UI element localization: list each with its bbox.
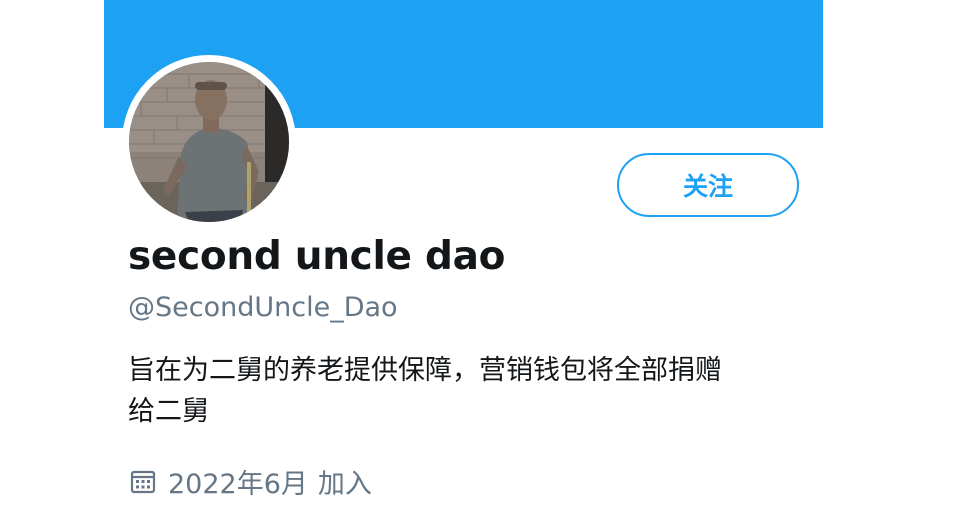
- joined-date-row: 2022年6月 加入: [128, 462, 372, 500]
- profile-handle: @SecondUncle_Dao: [128, 292, 398, 323]
- calendar-icon: [128, 466, 158, 496]
- joined-date: 2022年6月: [168, 468, 308, 500]
- profile-bio: 旨在为二舅的养老提供保障，营销钱包将全部捐赠 给二舅: [128, 350, 808, 432]
- display-name: second uncle dao: [128, 234, 506, 279]
- joined-label: 加入: [317, 468, 372, 500]
- avatar[interactable]: [122, 55, 296, 229]
- bio-line-1: 旨在为二舅的养老提供保障，营销钱包将全部捐赠: [128, 355, 722, 386]
- profile-card: 关注 second uncle dao @SecondUncle_Dao 旨在为…: [104, 0, 823, 513]
- follow-button[interactable]: 关注: [617, 153, 799, 217]
- avatar-photo: [129, 62, 289, 222]
- bio-line-2: 给二舅: [128, 396, 209, 427]
